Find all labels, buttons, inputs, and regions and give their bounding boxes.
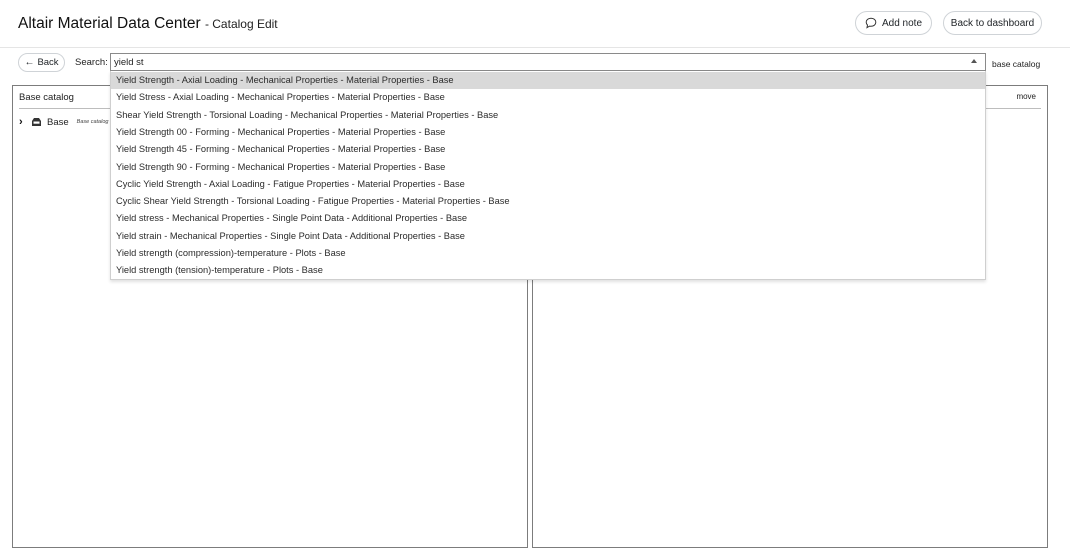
app-header: Altair Material Data Center - Catalog Ed… [0,0,1070,48]
database-icon [32,118,41,126]
back-to-dashboard-button[interactable]: Back to dashboard [943,11,1042,35]
dropdown-option[interactable]: Yield strain - Mechanical Properties - S… [111,228,985,245]
dropdown-option[interactable]: Cyclic Shear Yield Strength - Torsional … [111,193,985,210]
dropdown-option[interactable]: Shear Yield Strength - Torsional Loading… [111,107,985,124]
panel-title: Base catalog [19,92,74,103]
page-subtitle: - Catalog Edit [204,17,278,31]
arrow-left-icon: ← [24,57,35,68]
search-scope-label: base catalog [992,59,1041,69]
back-to-dashboard-label: Back to dashboard [950,17,1035,29]
search-label: Search: [75,57,108,68]
speech-bubble-icon [865,17,877,29]
add-note-button[interactable]: Add note [855,11,932,35]
dropdown-option[interactable]: Yield Strength 45 - Forming - Mechanical… [111,141,985,158]
search-suggestions-dropdown: Yield Strength - Axial Loading - Mechani… [110,71,986,280]
dropdown-option[interactable]: Yield strength (compression)-temperature… [111,245,985,262]
back-label: Back [37,57,59,68]
search-combobox[interactable] [110,53,986,71]
dropdown-option[interactable]: Yield Strength 00 - Forming - Mechanical… [111,124,985,141]
app-name: Altair Material Data Center [18,15,201,32]
dropdown-option[interactable]: Yield Strength 90 - Forming - Mechanical… [111,159,985,176]
dropdown-option[interactable]: Yield strength (tension)-temperature - P… [111,262,985,279]
tree-node-base[interactable]: › Base Base catalog [19,116,108,128]
tree-node-label: Base [47,116,69,128]
search-input[interactable] [114,55,954,69]
move-button[interactable]: move [1016,92,1036,101]
back-button[interactable]: ← Back [18,53,65,72]
dropdown-option[interactable]: Cyclic Yield Strength - Axial Loading - … [111,176,985,193]
dropdown-option[interactable]: Yield Stress - Axial Loading - Mechanica… [111,89,985,106]
caret-up-icon[interactable] [971,59,977,63]
dropdown-option[interactable]: Yield stress - Mechanical Properties - S… [111,210,985,227]
dropdown-option[interactable]: Yield Strength - Axial Loading - Mechani… [111,72,985,89]
page-title: Altair Material Data Center - Catalog Ed… [18,15,278,33]
add-note-label: Add note [881,17,923,29]
chevron-right-icon[interactable]: › [19,116,28,128]
tree-node-tag: Base catalog [76,119,109,125]
